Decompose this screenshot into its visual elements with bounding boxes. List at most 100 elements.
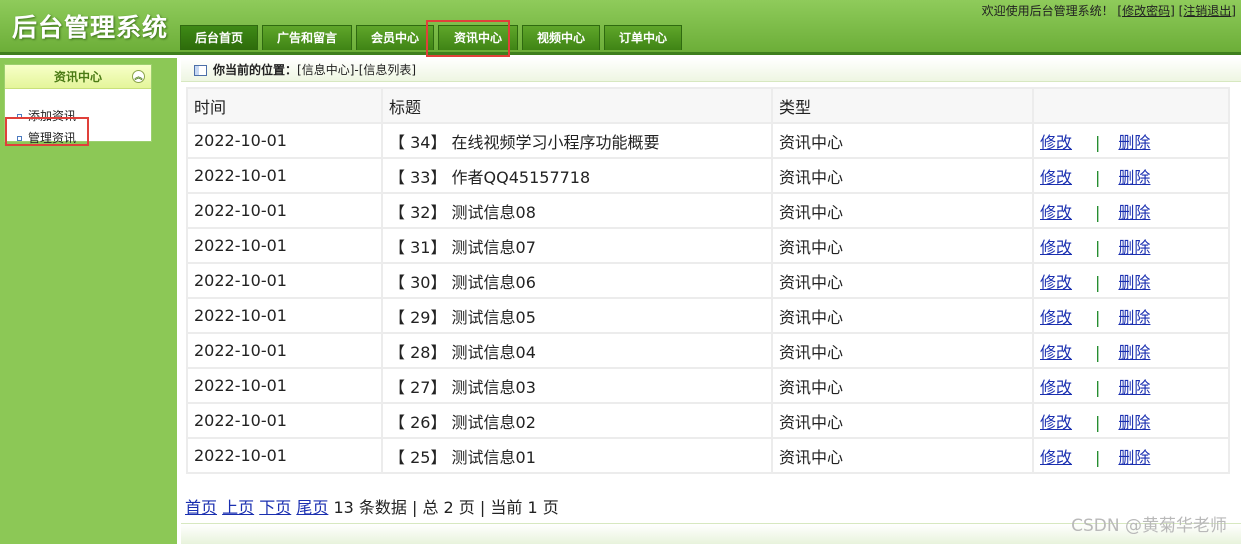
cell-title: 【 34】 在线视频学习小程序功能概要 (383, 124, 771, 157)
cell-time: 2022-10-01 (188, 439, 381, 472)
action-separator: | (1095, 237, 1101, 257)
cell-actions: 修改 | 删除 (1034, 439, 1228, 472)
cell-actions: 修改 | 删除 (1034, 264, 1228, 297)
edit-link[interactable]: 修改 (1040, 133, 1072, 152)
edit-link[interactable]: 修改 (1040, 168, 1072, 187)
table-row: 2022-10-01 【 26】 测试信息02 资讯中心 修改 | 删除 (188, 404, 1228, 437)
table-row: 2022-10-01 【 27】 测试信息03 资讯中心 修改 | 删除 (188, 369, 1228, 402)
action-separator: | (1095, 132, 1101, 152)
cell-time: 2022-10-01 (188, 404, 381, 437)
delete-link[interactable]: 删除 (1118, 448, 1150, 467)
delete-link[interactable]: 删除 (1118, 343, 1150, 362)
action-separator: | (1095, 342, 1101, 362)
cell-type: 资讯中心 (773, 334, 1032, 367)
edit-link[interactable]: 修改 (1040, 273, 1072, 292)
app-title: 后台管理系统 (12, 13, 169, 42)
delete-link[interactable]: 删除 (1118, 168, 1150, 187)
cell-time: 2022-10-01 (188, 124, 381, 157)
cell-type: 资讯中心 (773, 264, 1032, 297)
breadcrumb-label: 你当前的位置： (213, 63, 298, 77)
cell-actions: 修改 | 删除 (1034, 369, 1228, 402)
table-row: 2022-10-01 【 33】 作者QQ45157718 资讯中心 修改 | 删除 (188, 159, 1228, 192)
cell-title: 【 28】 测试信息04 (383, 334, 771, 367)
collapse-icon[interactable]: ︽ (132, 70, 145, 83)
cell-actions: 修改 | 删除 (1034, 229, 1228, 262)
column-header-title: 标题 (383, 89, 771, 122)
sidebar-panel-header: 资讯中心 ︽ (5, 65, 151, 89)
edit-link[interactable]: 修改 (1040, 308, 1072, 327)
cell-title: 【 29】 测试信息05 (383, 299, 771, 332)
tab-ads-messages[interactable]: 广告和留言 (262, 25, 353, 50)
edit-link[interactable]: 修改 (1040, 343, 1072, 362)
action-separator: | (1095, 412, 1101, 432)
delete-link[interactable]: 删除 (1118, 413, 1150, 432)
cell-title: 【 31】 测试信息07 (383, 229, 771, 262)
action-separator: | (1095, 447, 1101, 467)
cell-type: 资讯中心 (773, 299, 1032, 332)
column-header-actions (1034, 89, 1228, 122)
news-table: 时间 标题 类型 2022-10-01 【 34】 在线视频学习小程序功能概要 资讯… (186, 87, 1230, 474)
cell-actions: 修改 | 删除 (1034, 299, 1228, 332)
top-header: 后台管理系统 欢迎使用后台管理系统！ [修改密码] [注销退出] 后台首页 广告… (0, 0, 1241, 55)
logout-link[interactable]: [注销退出] (1179, 4, 1236, 18)
edit-link[interactable]: 修改 (1040, 378, 1072, 397)
breadcrumb-path: [信息中心]-[信息列表] (297, 63, 417, 77)
change-password-link[interactable]: [修改密码] (1117, 4, 1174, 18)
tab-home[interactable]: 后台首页 (180, 25, 258, 50)
cell-time: 2022-10-01 (188, 299, 381, 332)
manage-news-highlight (5, 117, 89, 146)
cell-title: 【 27】 测试信息03 (383, 369, 771, 402)
last-page-link[interactable]: 尾页 (296, 498, 328, 517)
edit-link[interactable]: 修改 (1040, 448, 1072, 467)
column-header-time: 时间 (188, 89, 381, 122)
breadcrumb: 你当前的位置：[信息中心]-[信息列表] (181, 58, 1241, 82)
first-page-link[interactable]: 首页 (185, 498, 217, 517)
delete-link[interactable]: 删除 (1118, 378, 1150, 397)
cell-type: 资讯中心 (773, 404, 1032, 437)
delete-link[interactable]: 删除 (1118, 238, 1150, 257)
cell-actions: 修改 | 删除 (1034, 334, 1228, 367)
delete-link[interactable]: 删除 (1118, 133, 1150, 152)
cell-title: 【 25】 测试信息01 (383, 439, 771, 472)
table-row: 2022-10-01 【 31】 测试信息07 资讯中心 修改 | 删除 (188, 229, 1228, 262)
delete-link[interactable]: 删除 (1118, 308, 1150, 327)
table-row: 2022-10-01 【 29】 测试信息05 资讯中心 修改 | 删除 (188, 299, 1228, 332)
action-separator: | (1095, 202, 1101, 222)
action-separator: | (1095, 377, 1101, 397)
cell-time: 2022-10-01 (188, 159, 381, 192)
cell-type: 资讯中心 (773, 369, 1032, 402)
cell-actions: 修改 | 删除 (1034, 194, 1228, 227)
cell-type: 资讯中心 (773, 124, 1032, 157)
tab-videos[interactable]: 视频中心 (522, 25, 601, 50)
pagination-summary: 13 条数据 | 总 2 页 | 当前 1 页 (333, 498, 559, 517)
edit-link[interactable]: 修改 (1040, 203, 1072, 222)
column-header-type: 类型 (773, 89, 1032, 122)
table-row: 2022-10-01 【 25】 测试信息01 资讯中心 修改 | 删除 (188, 439, 1228, 472)
delete-link[interactable]: 删除 (1118, 273, 1150, 292)
cell-time: 2022-10-01 (188, 334, 381, 367)
cell-title: 【 26】 测试信息02 (383, 404, 771, 437)
action-separator: | (1095, 167, 1101, 187)
cell-title: 【 33】 作者QQ45157718 (383, 159, 771, 192)
sidebar-panel-title: 资讯中心 (53, 70, 102, 84)
next-page-link[interactable]: 下页 (259, 498, 291, 517)
top-links: 欢迎使用后台管理系统！ [修改密码] [注销退出] (982, 2, 1236, 19)
tab-orders[interactable]: 订单中心 (604, 25, 683, 50)
cell-actions: 修改 | 删除 (1034, 404, 1228, 437)
cell-title: 【 30】 测试信息06 (383, 264, 771, 297)
edit-link[interactable]: 修改 (1040, 413, 1072, 432)
prev-page-link[interactable]: 上页 (222, 498, 254, 517)
delete-link[interactable]: 删除 (1118, 203, 1150, 222)
table-header-row: 时间 标题 类型 (188, 89, 1228, 122)
cell-actions: 修改 | 删除 (1034, 159, 1228, 192)
tab-members[interactable]: 会员中心 (356, 25, 435, 50)
table-row: 2022-10-01 【 30】 测试信息06 资讯中心 修改 | 删除 (188, 264, 1228, 297)
watermark: CSDN @黄菊华老师 (1071, 516, 1227, 536)
news-tab-highlight (426, 20, 510, 57)
cell-actions: 修改 | 删除 (1034, 124, 1228, 157)
action-separator: | (1095, 307, 1101, 327)
cell-time: 2022-10-01 (188, 264, 381, 297)
table-row: 2022-10-01 【 32】 测试信息08 资讯中心 修改 | 删除 (188, 194, 1228, 227)
edit-link[interactable]: 修改 (1040, 238, 1072, 257)
cell-type: 资讯中心 (773, 194, 1032, 227)
